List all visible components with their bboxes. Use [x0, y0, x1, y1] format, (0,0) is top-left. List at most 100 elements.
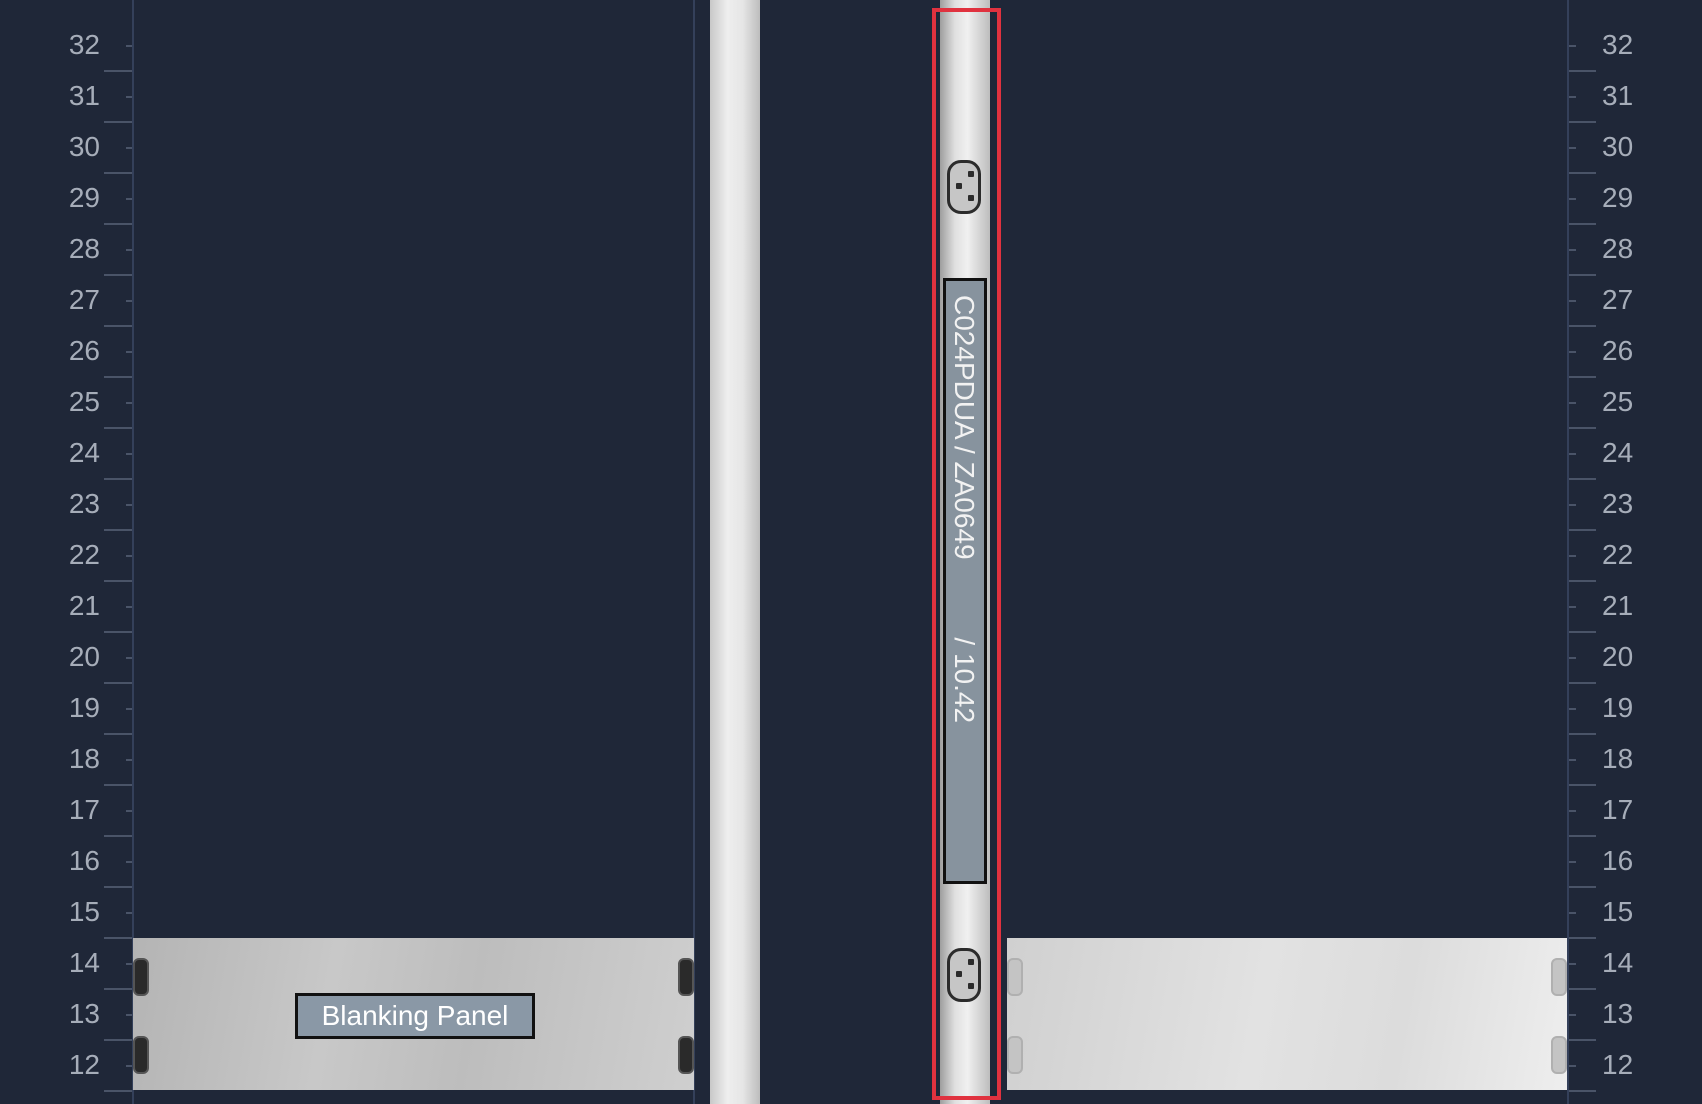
rack-unit-tick	[104, 274, 132, 276]
rack-unit-minor-tick	[1568, 45, 1576, 47]
rack-unit-tick	[104, 886, 132, 888]
rack-unit-tick	[104, 580, 132, 582]
rack-unit-minor-tick	[1568, 759, 1576, 761]
rack-unit-minor-tick	[1568, 96, 1576, 98]
rack-unit-number: 20	[68, 641, 100, 672]
rack-unit-number: 19	[68, 692, 100, 723]
rack-unit-number: 19	[1602, 692, 1634, 723]
blanking-panel-right[interactable]	[1007, 938, 1567, 1090]
rack-unit-tick	[104, 172, 132, 174]
rack-unit-number: 26	[68, 335, 100, 366]
rack-unit-tick	[104, 325, 132, 327]
screw-icon	[1551, 1036, 1567, 1074]
rack-unit-tick	[1568, 886, 1596, 888]
blanking-panel-label[interactable]: Blanking Panel	[295, 993, 535, 1039]
rack-unit-tick	[1568, 988, 1596, 990]
rack-unit-tick	[104, 529, 132, 531]
vertical-cable-manager	[710, 0, 760, 1104]
rack-unit-number: 22	[1602, 539, 1634, 570]
rack-unit-number: 17	[68, 794, 100, 825]
rack-unit-number: 21	[68, 590, 100, 621]
rack-unit-number: 28	[68, 233, 100, 264]
rack-unit-number: 31	[68, 80, 100, 111]
rack-unit-tick	[104, 70, 132, 72]
screw-icon	[678, 1036, 694, 1074]
rack-unit-number: 17	[1602, 794, 1634, 825]
rack-unit-number: 23	[1602, 488, 1634, 519]
rack-unit-tick	[1568, 478, 1596, 480]
rack-unit-tick	[104, 1039, 132, 1041]
screw-icon	[133, 958, 149, 996]
rack-unit-number: 32	[68, 29, 100, 60]
rack-unit-tick	[1568, 580, 1596, 582]
rack-unit-tick	[1568, 1039, 1596, 1041]
rack-unit-number: 25	[1602, 386, 1634, 417]
rack-unit-number: 31	[1602, 80, 1634, 111]
rack-unit-number: 13	[68, 998, 100, 1029]
rack-unit-minor-tick	[1568, 453, 1576, 455]
rack-unit-minor-tick	[1568, 147, 1576, 149]
rack-unit-tick	[104, 427, 132, 429]
rack-unit-number: 15	[68, 896, 100, 927]
rack-unit-number: 22	[68, 539, 100, 570]
rack-unit-tick	[1568, 121, 1596, 123]
screw-icon	[1551, 958, 1567, 996]
rack-unit-tick	[1568, 172, 1596, 174]
rack-unit-number: 14	[68, 947, 100, 978]
rack-unit-tick	[104, 835, 132, 837]
rack-unit-minor-tick	[1568, 810, 1576, 812]
screw-icon	[133, 1036, 149, 1074]
rack-unit-number: 14	[1602, 947, 1634, 978]
rack-unit-tick	[1568, 274, 1596, 276]
rack-rail-right	[1567, 0, 1569, 1104]
rack-unit-tick	[1568, 529, 1596, 531]
rack-unit-minor-tick	[1568, 912, 1576, 914]
rack-unit-number: 15	[1602, 896, 1634, 927]
rack-unit-number: 18	[1602, 743, 1634, 774]
rack-unit-minor-tick	[1568, 249, 1576, 251]
rack-unit-tick	[1568, 784, 1596, 786]
rack-unit-tick	[104, 376, 132, 378]
rack-unit-number: 16	[1602, 845, 1634, 876]
rack-unit-minor-tick	[1568, 708, 1576, 710]
rack-unit-tick	[104, 1090, 132, 1092]
rack-unit-tick	[1568, 325, 1596, 327]
rack-unit-number: 29	[1602, 182, 1634, 213]
rack-unit-tick	[104, 733, 132, 735]
rack-unit-number: 27	[68, 284, 100, 315]
rack-unit-tick	[1568, 223, 1596, 225]
rack-unit-number: 21	[1602, 590, 1634, 621]
rack-unit-minor-tick	[1568, 504, 1576, 506]
rack-unit-minor-tick	[1568, 402, 1576, 404]
rack-unit-minor-tick	[1568, 963, 1576, 965]
pdu-selection-outline	[932, 8, 1001, 1100]
rack-unit-number: 24	[68, 437, 100, 468]
rack-unit-tick	[104, 121, 132, 123]
rack-unit-tick	[1568, 682, 1596, 684]
rack-unit-number: 23	[68, 488, 100, 519]
rack-unit-tick	[1568, 70, 1596, 72]
rack-unit-tick	[1568, 835, 1596, 837]
screw-icon	[1007, 958, 1023, 996]
rack-unit-scale-left: 32 31 30 29 28 27 26 25 24 23 22 21 20 19 18 17 16 15 14 13…	[0, 0, 140, 1104]
rack-unit-minor-tick	[1568, 861, 1576, 863]
rack-unit-tick	[1568, 631, 1596, 633]
rack-unit-number: 12	[1602, 1049, 1634, 1080]
rack-unit-tick	[104, 682, 132, 684]
rack-unit-number: 16	[68, 845, 100, 876]
rack-unit-tick	[104, 988, 132, 990]
rack-unit-tick	[1568, 427, 1596, 429]
rack-unit-tick	[1568, 937, 1596, 939]
rack-unit-minor-tick	[1568, 300, 1576, 302]
rack-unit-tick	[104, 784, 132, 786]
screw-icon	[1007, 1036, 1023, 1074]
rack-unit-number: 13	[1602, 998, 1634, 1029]
rack-unit-number: 30	[68, 131, 100, 162]
rack-unit-minor-tick	[1568, 198, 1576, 200]
rack-unit-tick	[104, 478, 132, 480]
rack-unit-tick	[1568, 733, 1596, 735]
rack-unit-tick	[1568, 1090, 1596, 1092]
rack-unit-number: 32	[1602, 29, 1634, 60]
rack-unit-number: 24	[1602, 437, 1634, 468]
rack-unit-minor-tick	[1568, 351, 1576, 353]
